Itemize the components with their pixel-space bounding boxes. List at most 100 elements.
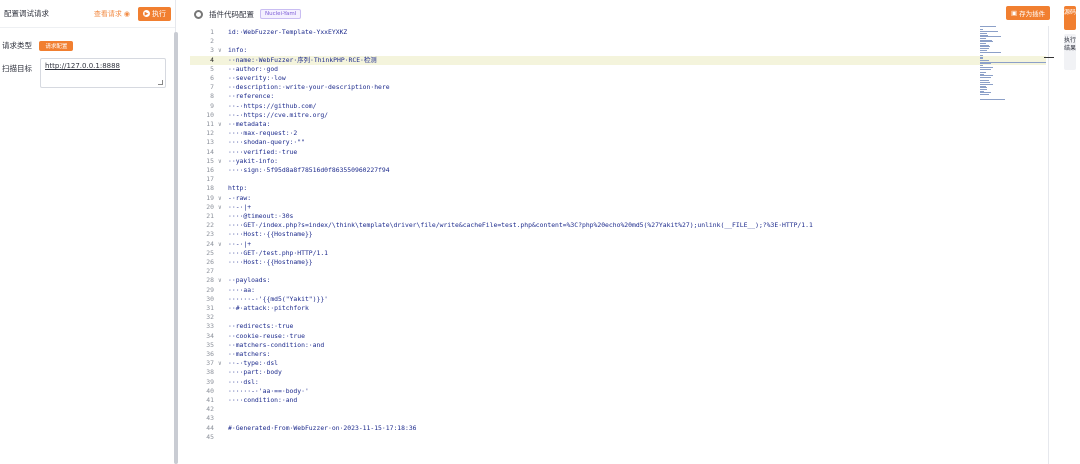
code-line[interactable]: 34 ··cookie-reuse:·true [190,332,1046,341]
code-line[interactable]: 32 [190,313,1046,322]
left-header: 配置调试请求 查看请求 ◉ ▶ 执行 [0,0,175,28]
fold-toggle-icon[interactable]: ∨ [218,240,222,249]
request-type-badge[interactable]: 请求配置 [39,41,74,51]
panel-title: 配置调试请求 [4,9,49,18]
fold-toggle-icon[interactable]: ∨ [218,120,222,129]
fold-toggle-icon[interactable]: ∨ [218,359,222,368]
code-line[interactable]: 18 http: [190,184,1046,193]
tab-execution-result[interactable]: 执行结果 [1064,34,1076,70]
line-code: ····GET·/index.php?s=index/\think\templa… [228,221,813,230]
line-number: 36 [206,350,214,358]
code-line[interactable]: 21 ····@timeout:·30s [190,212,1046,221]
code-line[interactable]: 40 ······-·'aa·==·body·' [190,387,1046,396]
editor-title: 插件代码配置 [209,9,254,19]
code-line[interactable]: 41 ····condition:·and [190,396,1046,405]
line-number: 30 [206,294,214,303]
line-number: 29 [206,285,214,294]
code-line[interactable]: 31 ··#·attack:·pitchfork [190,304,1046,313]
code-line[interactable]: 29 ····aa: [190,286,1046,295]
code-line[interactable]: 8 ··reference: [190,92,1046,101]
line-code: ··-·https://cve.mitre.org/ [228,110,329,119]
line-number: 4 [210,55,214,64]
line-number: 18 [206,184,214,193]
code-line[interactable]: 30 ······-·'{{md5("Yakit")}}' [190,295,1046,304]
line-code: ··yakit-info: [228,156,279,165]
editor-minimap[interactable] [980,26,1046,106]
code-line[interactable]: 38 ····part:·body [190,368,1046,377]
line-number: 43 [206,414,214,423]
line-code: #·Generated·From·WebFuzzer·on·2023-11-15… [228,423,417,432]
code-line[interactable]: 37 ∨ ··-·type:·dsl [190,359,1046,368]
fold-toggle-icon[interactable]: ∨ [218,203,222,212]
code-editor[interactable]: 1 id:·WebFuzzer-Template-YxxEYXKZ 2 3 ∨ info:… [190,26,1046,464]
code-line[interactable]: 3 ∨ info: [190,46,1046,55]
code-line[interactable]: 39 ····dsl: [190,378,1046,387]
code-line[interactable]: 4 ··name:·WebFuzzer·序列·ThinkPHP·RCE·检测 [190,55,1046,65]
line-number: 7 [210,83,214,92]
editor-header: 插件代码配置 Nuclei-Yaml [190,4,302,24]
code-line[interactable]: 44 #·Generated·From·WebFuzzer·on·2023-11-… [190,424,1046,433]
code-line[interactable]: 16 ····sign:·5f95d8a8f78516d0f86355096022… [190,166,1046,175]
fold-toggle-icon[interactable]: ∨ [218,157,222,166]
resize-handle-icon[interactable] [158,80,163,85]
code-line[interactable]: 42 [190,405,1046,414]
fold-toggle-icon[interactable]: ∨ [218,276,222,285]
minimap-line [980,77,991,78]
line-number: 25 [206,248,214,257]
view-request-label: 查看请求 [93,9,122,18]
code-line[interactable]: 2 [190,37,1046,46]
line-number: 26 [206,258,214,266]
code-line[interactable]: 6 ··severity:·low [190,74,1046,83]
panel-splitter[interactable] [174,32,178,464]
line-number: 22 [206,221,214,230]
code-line[interactable]: 35 ··matchers-condition:·and [190,341,1046,350]
line-number: 6 [210,74,214,82]
code-line[interactable]: 45 [190,433,1046,442]
line-code: ··cookie-reuse:·true [228,331,305,340]
code-line[interactable]: 28 ∨ ··payloads: [190,276,1046,285]
line-number: 41 [206,396,214,404]
code-line[interactable]: 7 ··description:·write·your·description·h… [190,83,1046,92]
code-line[interactable]: 11 ∨ ··metadata: [190,120,1046,129]
line-code: ··-·type:·dsl [228,359,279,368]
code-line[interactable]: 17 [190,175,1046,184]
fold-toggle-icon[interactable]: ∨ [218,194,222,203]
view-request-link[interactable]: 查看请求 ◉ [94,9,130,19]
line-number: 11 [206,120,214,128]
line-code: http: [228,184,248,193]
line-code: ··matchers-condition:·and [228,340,325,349]
line-number: 31 [206,304,214,312]
code-line[interactable]: 12 ····max-request:·2 [190,129,1046,138]
code-line[interactable]: 9 ··-·https://github.com/ [190,102,1046,111]
line-code: ····aa: [228,285,255,294]
code-line[interactable]: 36 ··matchers: [190,350,1046,359]
code-line[interactable]: 33 ··redirects:·true [190,322,1046,331]
scan-target-input[interactable]: http://127.0.0.1:8888 [40,58,166,88]
run-button[interactable]: ▶ 执行 [138,6,171,21]
code-line[interactable]: 14 ····verified:·true [190,148,1046,157]
line-number: 35 [206,340,214,349]
code-line[interactable]: 25 ····GET·/test.php·HTTP/1.1 [190,249,1046,258]
code-line[interactable]: 43 [190,414,1046,423]
editor-scrollbar[interactable] [1048,26,1052,464]
code-line[interactable]: 20 ∨ ··-·|+ [190,203,1046,212]
code-line[interactable]: 10 ··-·https://cve.mitre.org/ [190,111,1046,120]
tab-source[interactable]: 源码 [1064,6,1076,30]
code-line[interactable]: 19 ∨ -·raw: [190,194,1046,203]
line-code: ··-·https://github.com/ [228,101,317,110]
scroll-position-marker [1044,57,1054,58]
save-as-plugin-button[interactable]: ▣ 存为插件 [1006,6,1051,20]
line-code: ··payloads: [228,276,271,285]
code-line[interactable]: 26 ····Host:·{{Hostname}} [190,258,1046,267]
code-line[interactable]: 15 ∨ ··yakit-info: [190,157,1046,166]
code-line[interactable]: 5 ··author:·god [190,65,1046,74]
code-line[interactable]: 1 id:·WebFuzzer-Template-YxxEYXKZ [190,28,1046,37]
line-code: ······-·'aa·==·body·' [228,386,309,395]
code-line[interactable]: 24 ∨ ··-·|+ [190,240,1046,249]
code-line[interactable]: 27 [190,267,1046,276]
code-line[interactable]: 13 ····shodan-query:·"" [190,138,1046,147]
code-line[interactable]: 22 ····GET·/index.php?s=index/\think\temp… [190,221,1046,230]
fold-toggle-icon[interactable]: ∨ [218,46,222,55]
save-icon: ▣ [1011,9,1018,17]
code-line[interactable]: 23 ····Host:·{{Hostname}} [190,230,1046,239]
